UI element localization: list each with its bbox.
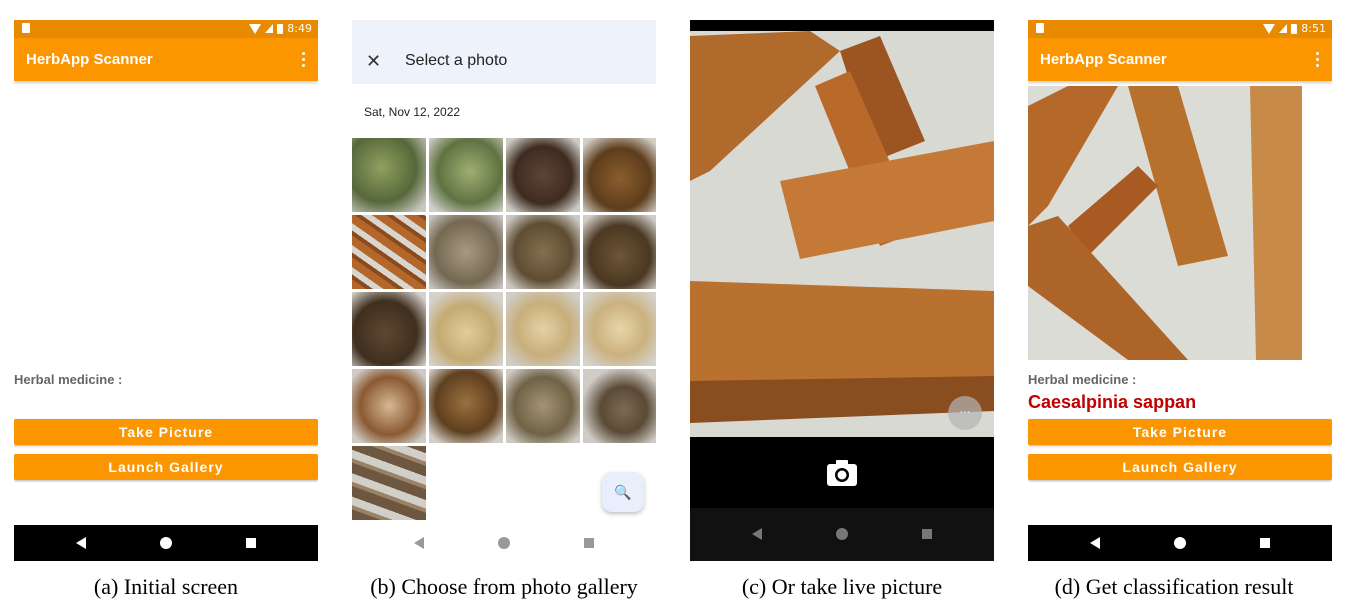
battery-icon bbox=[1291, 23, 1298, 34]
photo-thumbnail[interactable] bbox=[583, 292, 656, 366]
photo-thumbnail[interactable] bbox=[506, 292, 580, 366]
sd-card-icon bbox=[22, 23, 30, 33]
caption-a: (a) Initial screen bbox=[93, 574, 239, 599]
back-icon[interactable] bbox=[76, 537, 86, 549]
photo-thumbnail[interactable] bbox=[506, 138, 580, 212]
photo-thumbnail[interactable] bbox=[352, 369, 426, 443]
screen-initial: 8:49 HerbApp Scanner Herbal medicine : T… bbox=[14, 20, 318, 561]
photo-thumbnail[interactable] bbox=[583, 138, 656, 212]
wifi-icon bbox=[1263, 23, 1276, 34]
photo-thumbnail[interactable] bbox=[506, 369, 580, 443]
back-icon[interactable] bbox=[1090, 537, 1100, 549]
photo-thumbnail[interactable] bbox=[352, 446, 426, 520]
photo-thumbnail[interactable] bbox=[583, 215, 656, 289]
date-header: Sat, Nov 12, 2022 bbox=[364, 105, 461, 119]
nav-bar bbox=[690, 508, 994, 561]
close-icon[interactable]: ✕ bbox=[366, 52, 381, 70]
zoom-icon[interactable]: 🔍 bbox=[602, 472, 644, 512]
caption-b: (b) Choose from photo gallery bbox=[370, 574, 638, 599]
viewfinder-image bbox=[690, 31, 994, 437]
overflow-menu-icon[interactable] bbox=[1316, 52, 1320, 68]
photo-thumbnail[interactable] bbox=[352, 138, 426, 212]
nav-bar bbox=[1028, 525, 1332, 561]
sd-card-icon bbox=[1036, 23, 1044, 33]
screen-gallery: ✕ Select a photo Sat, Nov 12, 2022 🔍 bbox=[352, 20, 656, 561]
back-icon[interactable] bbox=[414, 537, 424, 549]
camera-top-bar bbox=[690, 20, 994, 31]
app-title: HerbApp Scanner bbox=[26, 51, 153, 68]
back-icon[interactable] bbox=[752, 528, 762, 540]
take-picture-button[interactable]: Take Picture bbox=[1028, 419, 1332, 445]
home-icon[interactable] bbox=[1174, 537, 1186, 549]
recents-icon[interactable] bbox=[584, 538, 594, 548]
home-icon[interactable] bbox=[498, 537, 510, 549]
recents-icon[interactable] bbox=[1260, 538, 1270, 548]
camera-viewfinder[interactable] bbox=[690, 31, 994, 437]
photo-thumbnail[interactable] bbox=[429, 292, 503, 366]
nav-bar bbox=[14, 525, 318, 561]
recents-icon[interactable] bbox=[922, 529, 932, 539]
caption-d: (d) Get classification result bbox=[1054, 574, 1294, 599]
screen-result: 8:51 HerbApp Scanner Herbal medicine : C… bbox=[1028, 20, 1332, 561]
status-time: 8:51 bbox=[1301, 22, 1326, 35]
picker-title: Select a photo bbox=[405, 52, 508, 69]
signal-icon bbox=[1279, 24, 1288, 33]
take-picture-button[interactable]: Take Picture bbox=[14, 419, 318, 445]
shutter-icon[interactable] bbox=[826, 459, 858, 487]
herbal-medicine-label: Herbal medicine : bbox=[1028, 372, 1137, 387]
app-bar: HerbApp Scanner bbox=[14, 38, 318, 81]
status-bar: 8:49 bbox=[14, 20, 318, 38]
photo-thumbnail[interactable] bbox=[352, 215, 426, 289]
captured-photo bbox=[1028, 86, 1302, 360]
home-icon[interactable] bbox=[160, 537, 172, 549]
herbal-medicine-label: Herbal medicine : bbox=[14, 372, 123, 387]
nav-bar bbox=[352, 525, 656, 561]
signal-icon bbox=[265, 24, 274, 33]
more-options-icon[interactable]: ··· bbox=[948, 396, 982, 430]
status-time: 8:49 bbox=[287, 22, 312, 35]
battery-icon bbox=[277, 23, 284, 34]
recents-icon[interactable] bbox=[246, 538, 256, 548]
launch-gallery-button[interactable]: Launch Gallery bbox=[1028, 454, 1332, 480]
app-title: HerbApp Scanner bbox=[1040, 51, 1167, 68]
caption-c: (c) Or take live picture bbox=[741, 574, 943, 599]
home-icon[interactable] bbox=[836, 528, 848, 540]
classification-result: Caesalpinia sappan bbox=[1028, 392, 1197, 412]
status-bar: 8:51 bbox=[1028, 20, 1332, 38]
photo-thumbnail[interactable] bbox=[429, 215, 503, 289]
photo-thumbnail[interactable] bbox=[429, 369, 503, 443]
app-bar: HerbApp Scanner bbox=[1028, 38, 1332, 81]
overflow-menu-icon[interactable] bbox=[302, 52, 306, 68]
wifi-icon bbox=[249, 23, 262, 34]
screen-camera: ··· bbox=[690, 20, 994, 561]
launch-gallery-button[interactable]: Launch Gallery bbox=[14, 454, 318, 480]
camera-controls bbox=[690, 437, 994, 508]
photo-thumbnail[interactable] bbox=[506, 215, 580, 289]
photo-thumbnail[interactable] bbox=[429, 138, 503, 212]
photo-thumbnail[interactable] bbox=[352, 292, 426, 366]
picker-header: ✕ Select a photo bbox=[352, 20, 656, 84]
photo-thumbnail[interactable] bbox=[583, 369, 656, 443]
